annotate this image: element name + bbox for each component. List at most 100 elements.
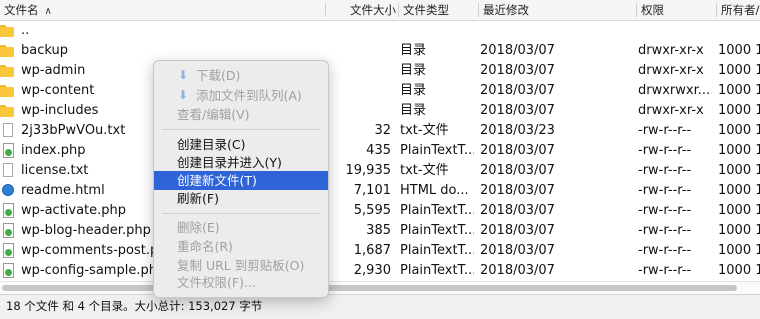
file-row[interactable]: wp-content 目录 2018/03/07 drwxrwxr... 1000 10… [0, 81, 760, 101]
file-type: txt-文件 [400, 163, 449, 178]
menu-item-rename[interactable]: 重命名(R) [154, 237, 328, 256]
column-header-permissions[interactable]: 权限 [641, 0, 701, 20]
file-owner [718, 21, 760, 41]
horizontal-scrollbar[interactable] [0, 281, 760, 294]
file-row[interactable]: wp-comments-post.php 1,687 PlainTextT... 20… [0, 241, 760, 261]
text-file-icon [3, 163, 13, 177]
scrollbar-thumb[interactable] [2, 285, 737, 291]
column-divider[interactable] [636, 3, 637, 17]
menu-item-delete[interactable]: 删除(E) [154, 218, 328, 237]
file-icon-cell [0, 161, 16, 181]
menu-separator [162, 129, 320, 130]
file-permissions: drwxr-xr-x [638, 63, 704, 78]
menu-item-create-directory-enter[interactable]: 创建目录并进入(Y) [154, 153, 328, 172]
column-divider[interactable] [325, 3, 326, 17]
file-row[interactable]: index.php 435 PlainTextT... 2018/03/07 -rw-r… [0, 141, 760, 161]
file-icon-cell [0, 141, 16, 161]
column-divider[interactable] [478, 3, 479, 17]
file-size: 32 [374, 123, 391, 138]
file-modified: 2018/03/07 [480, 43, 555, 58]
file-name: license.txt [21, 163, 89, 178]
file-icon-cell [0, 21, 16, 41]
file-icon-cell [0, 201, 16, 221]
file-permissions [638, 21, 728, 41]
folder-icon [0, 105, 14, 117]
file-permissions: -rw-r--r-- [638, 163, 692, 178]
file-type: PlainTextT... [400, 243, 474, 258]
file-modified: 2018/03/07 [480, 63, 555, 78]
menu-item-add-to-queue[interactable]: ⬇ 添加文件到队列(A) [154, 86, 328, 105]
file-list[interactable]: .. backup目录2018/03/07drwxr-xr-x1000 1000 w… [0, 21, 760, 281]
column-header-type[interactable]: 文件类型 [403, 0, 473, 20]
php-file-icon [3, 223, 14, 238]
file-type: HTML do... [400, 183, 469, 198]
file-size [320, 101, 391, 121]
file-permissions: -rw-r--r-- [638, 123, 692, 138]
file-size [320, 21, 391, 41]
php-file-icon [3, 203, 14, 218]
folder-icon [0, 45, 14, 57]
file-name: 2j33bPwVOu.txt [21, 123, 126, 138]
context-menu: ⬇ 下载(D) ⬇ 添加文件到队列(A) 查看/编辑(V) 创建目录(C) 创建… [153, 60, 329, 298]
file-icon-cell [0, 181, 16, 201]
file-type [400, 21, 474, 41]
file-row[interactable]: wp-includes 目录 2018/03/07 drwxr-xr-x 1000 10… [0, 101, 760, 121]
file-name: wp-admin [21, 63, 86, 78]
menu-item-refresh[interactable]: 刷新(F) [154, 189, 328, 208]
file-name: .. [21, 23, 30, 38]
file-icon-cell [0, 41, 16, 61]
file-size: 435 [366, 143, 391, 158]
file-list-header: 文件名∧ 文件大小 文件类型 最近修改 权限 所有者/组 [0, 0, 760, 21]
file-size: 2,930 [353, 263, 391, 278]
add-queue-icon: ⬇ [178, 88, 189, 102]
file-permissions: -rw-r--r-- [638, 203, 692, 218]
file-row[interactable]: wp-activate.php 5,595 PlainTextT... 2018/03… [0, 201, 760, 221]
file-name: wp-comments-post.php [21, 243, 171, 258]
column-header-modified[interactable]: 最近修改 [483, 0, 583, 20]
column-divider[interactable] [716, 3, 717, 17]
file-row[interactable]: readme.html 7,101 HTML do... 2018/03/07 -rw-… [0, 181, 760, 201]
file-modified: 2018/03/07 [480, 183, 555, 198]
file-row[interactable]: wp-admin 目录 2018/03/07 drwxr-xr-x 1000 1000 [0, 61, 760, 81]
file-permissions: -rw-r--r-- [638, 143, 692, 158]
file-name: backup [21, 43, 68, 58]
file-icon-cell [0, 81, 16, 101]
file-size [320, 61, 391, 81]
menu-item-create-directory[interactable]: 创建目录(C) [154, 135, 328, 154]
file-owner: 1000 1000 [718, 63, 760, 78]
file-modified: 2018/03/23 [480, 123, 555, 138]
menu-item-view-edit[interactable]: 查看/编辑(V) [154, 105, 328, 124]
file-row[interactable]: .. [0, 21, 760, 41]
folder-icon [0, 85, 14, 97]
column-header-owner[interactable]: 所有者/组 [721, 0, 760, 20]
menu-item-download[interactable]: ⬇ 下载(D) [154, 66, 328, 85]
status-bar: 18 个文件 和 4 个目录。大小总计: 153,027 字节 [0, 294, 760, 319]
folder-icon [0, 25, 14, 37]
file-owner: 1000 1000 [718, 223, 760, 238]
file-owner: 1000 1000 [718, 123, 760, 138]
file-owner: 1000 1000 [718, 203, 760, 218]
column-header-name[interactable]: 文件名 ∧ [4, 0, 124, 20]
file-modified [480, 21, 600, 41]
file-row[interactable]: wp-blog-header.php 385 PlainTextT... 2018/0… [0, 221, 760, 241]
file-row[interactable]: backup 目录 2018/03/07 drwxr-xr-x 1000 1000 [0, 41, 760, 61]
status-text: 18 个文件 和 4 个目录。大小总计: 153,027 字节 [6, 299, 263, 313]
file-permissions: -rw-r--r-- [638, 223, 692, 238]
file-row[interactable]: license.txt 19,935 txt-文件 2018/03/07 -rw-r--… [0, 161, 760, 181]
file-permissions: -rw-r--r-- [638, 183, 692, 198]
file-modified: 2018/03/07 [480, 83, 555, 98]
file-modified: 2018/03/07 [480, 163, 555, 178]
file-type: PlainTextT... [400, 143, 474, 158]
column-divider[interactable] [398, 3, 399, 17]
menu-separator [162, 213, 320, 214]
menu-item-create-new-file[interactable]: 创建新文件(T) [154, 171, 328, 190]
file-size [320, 41, 391, 61]
file-icon-cell [0, 61, 16, 81]
column-header-size[interactable]: 文件大小 [350, 0, 398, 20]
file-modified: 2018/03/07 [480, 143, 555, 158]
file-owner: 1000 1000 [718, 143, 760, 158]
menu-item-file-permissions[interactable]: 文件权限(F)... [154, 273, 328, 292]
file-modified: 2018/03/07 [480, 263, 555, 278]
file-row[interactable]: 2j33bPwVOu.txt 32 txt-文件 2018/03/23 -rw-r--r… [0, 121, 760, 141]
file-row[interactable]: wp-config-sample.php 2,930 PlainTextT... 20… [0, 261, 760, 281]
